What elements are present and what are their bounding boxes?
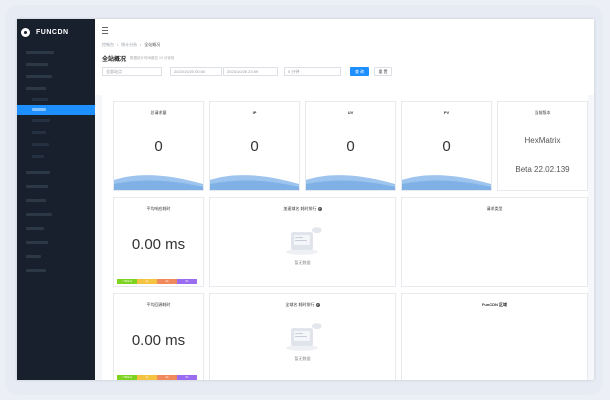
stat-label: 总请求量	[150, 110, 167, 115]
legend-item: 1s	[137, 375, 157, 380]
info-icon[interactable]: ?	[315, 302, 320, 307]
wave-graphic	[306, 175, 395, 190]
brand-name: FUNCDN	[36, 28, 69, 36]
page-title: 全站概况	[102, 57, 127, 63]
stat-label: UV	[347, 110, 354, 115]
sidebar-item[interactable]	[17, 85, 95, 93]
card-title: 加速域名 耗时排行 ?	[210, 206, 395, 212]
sidebar-item[interactable]	[17, 197, 95, 205]
date-end-input[interactable]: 2023/10/26 23:59	[223, 67, 278, 76]
brand-logo[interactable]: FUNCDN	[21, 25, 69, 39]
stat-card-ip: IP 0	[209, 101, 300, 191]
legend-item: 2s	[157, 375, 177, 380]
card-title: 请求类型	[486, 206, 503, 211]
sidebar-item[interactable]	[17, 225, 95, 233]
empty-text: 暂无数据	[294, 356, 311, 361]
legend-item: < 500ms	[117, 375, 137, 380]
wave-graphic	[114, 175, 203, 190]
sidebar-item[interactable]	[17, 253, 95, 261]
stat-value: 0	[442, 138, 451, 155]
stat-value: 0	[250, 138, 259, 155]
sidebar-item[interactable]	[17, 153, 95, 161]
legend-item: 5s	[177, 375, 197, 380]
stat-label: IP	[252, 110, 257, 115]
sidebar-item[interactable]	[17, 169, 95, 177]
sidebar-item[interactable]	[17, 267, 95, 275]
reset-button[interactable]: 重 置	[374, 67, 392, 76]
interval-select[interactable]: 5 分钟	[284, 67, 341, 76]
date-start-input[interactable]: 2023/10/20 00:00	[170, 67, 222, 76]
legend-item: 1s	[137, 279, 157, 284]
sidebar-item[interactable]	[17, 183, 95, 191]
legend-item: < 500ms	[117, 279, 137, 284]
menu-toggle-icon[interactable]	[102, 27, 108, 34]
sidebar-item[interactable]	[17, 96, 95, 104]
top-bar	[95, 19, 594, 40]
latency-legend: < 500ms 1s 2s 5s	[117, 375, 197, 380]
ranking-title: 全域名 耗时排行	[285, 302, 315, 307]
funcdn-region-card: FunCDN 区域	[401, 293, 588, 380]
version-card: 当前版本 HexMatrix Beta 22.02.139	[497, 101, 588, 191]
version-product: HexMatrix	[524, 136, 561, 145]
main-area: 控制台 / 统计分析 / 全站概况 全站概况 数据统计时间截至 10 分钟前 全部站…	[95, 19, 594, 380]
sidebar-item[interactable]	[17, 211, 95, 219]
breadcrumb-item[interactable]: 控制台	[102, 42, 114, 48]
card-title: FunCDN 区域	[481, 302, 508, 307]
sidebar-item[interactable]	[17, 49, 95, 57]
stat-card-pv: PV 0	[401, 101, 492, 191]
empty-box-icon	[286, 323, 322, 351]
legend-item: 2s	[157, 279, 177, 284]
avg-origin-card: 平均回源耗时 0.00 ms < 500ms 1s 2s 5s	[113, 293, 204, 380]
ranking-title: 加速域名 耗时排行	[283, 206, 317, 211]
page-subtitle: 数据统计时间截至 10 分钟前	[130, 56, 175, 60]
version-release: Beta 22.02.139	[515, 165, 570, 174]
sidebar-item[interactable]	[17, 73, 95, 81]
latency-legend: < 500ms 1s 2s 5s	[117, 279, 197, 284]
domain-ranking-card: 加速域名 耗时排行 ? 暂无数据	[209, 197, 396, 287]
legend-item: 5s	[177, 279, 197, 284]
sidebar: FUNCDN	[17, 19, 95, 380]
avg-response-card: 平均响应耗时 0.00 ms < 500ms 1s 2s 5s	[113, 197, 204, 287]
dashboard-content: 总请求量 0 IP 0 UV 0 PV 0 当前版本 HexMatrix Bet…	[102, 91, 588, 380]
empty-box-icon	[286, 227, 322, 255]
stat-card-uv: UV 0	[305, 101, 396, 191]
info-icon[interactable]: ?	[317, 206, 322, 211]
avg-response-value: 0.00 ms	[131, 236, 186, 253]
domain-select[interactable]: 全部站点	[102, 67, 162, 76]
all-domain-ranking-card: 全域名 耗时排行 ? 暂无数据	[209, 293, 396, 380]
search-button[interactable]: 查 询	[350, 67, 369, 76]
sidebar-item[interactable]	[17, 239, 95, 247]
page-header: 控制台 / 统计分析 / 全站概况 全站概况 数据统计时间截至 10 分钟前 全部站…	[95, 39, 594, 95]
request-type-card: 请求类型	[401, 197, 588, 287]
logo-icon	[21, 27, 30, 37]
card-label: 平均回源耗时	[146, 302, 171, 307]
breadcrumb-current: 全站概况	[144, 42, 161, 47]
sidebar-item[interactable]	[17, 141, 95, 149]
stat-label: PV	[443, 110, 450, 115]
wave-graphic	[210, 175, 299, 190]
app-window: FUNCDN 控制台 / 统计分析 / 全站概况 全站概况 数据统计时间截至 1…	[17, 19, 594, 380]
sidebar-item[interactable]	[17, 61, 95, 69]
avg-origin-value: 0.00 ms	[131, 332, 186, 349]
sidebar-item-active[interactable]	[17, 105, 95, 115]
sidebar-item[interactable]	[17, 117, 95, 125]
breadcrumb-item[interactable]: 统计分析	[121, 42, 137, 48]
version-label: 当前版本	[534, 110, 551, 115]
empty-text: 暂无数据	[294, 260, 311, 265]
sidebar-item[interactable]	[17, 129, 95, 137]
wave-graphic	[402, 175, 491, 190]
card-label: 平均响应耗时	[146, 206, 171, 211]
stat-value: 0	[154, 138, 163, 155]
stat-card-requests: 总请求量 0	[113, 101, 204, 191]
breadcrumb: 控制台 / 统计分析 / 全站概况	[102, 42, 161, 48]
card-title: 全域名 耗时排行 ?	[210, 302, 395, 308]
stat-value: 0	[346, 138, 355, 155]
